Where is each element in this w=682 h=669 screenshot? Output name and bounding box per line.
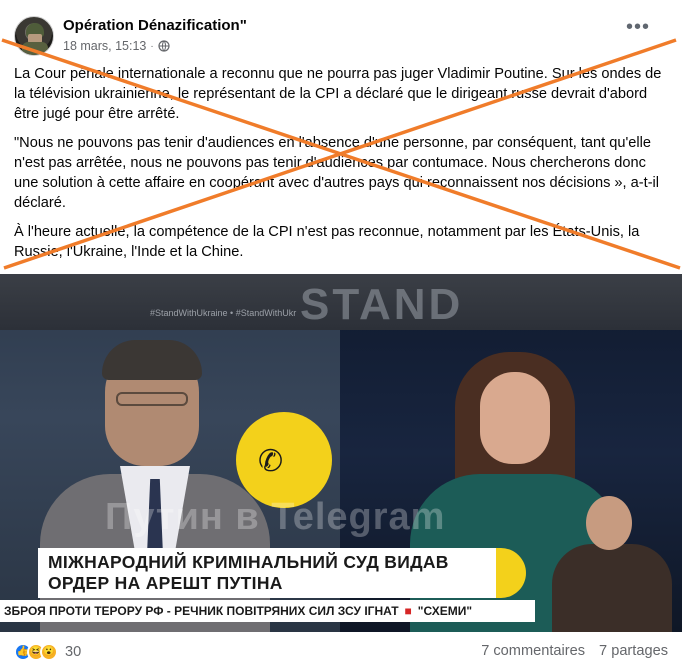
post-header: Opération Dénazification" 18 mars, 15:13… [14, 14, 672, 58]
headline-line: ОРДЕР НА АРЕШТ ПУТІНА [48, 573, 283, 593]
post-meta: 18 mars, 15:13 · [63, 39, 170, 53]
phone-icon: ✆ [258, 445, 284, 478]
engagement-stats: 7 commentaires 7 partages [481, 643, 668, 659]
facebook-post: Opération Dénazification" 18 mars, 15:13… [0, 0, 682, 669]
post-image[interactable]: STAND #StandWithUkraine • #StandWithUkr … [0, 274, 682, 632]
post-text: La Cour pénale internationale a reconnu … [14, 64, 664, 271]
post-paragraph: "Nous ne pouvons pas tenir d'audiences e… [14, 135, 660, 211]
author-name[interactable]: Opération Dénazification" [63, 17, 247, 34]
news-headline: МІЖНАРОДНИЙ КРИМІНАЛЬНИЙ СУД ВИДАВ ОРДЕР… [38, 548, 500, 598]
globe-icon [158, 40, 170, 52]
reactions-summary[interactable]: 👍 😆 😮 30 [14, 643, 81, 661]
news-ticker: ЗБРОЯ ПРОТИ ТЕРОРУ РФ - РЕЧНИК ПОВІТРЯНИ… [0, 600, 535, 622]
shares-link[interactable]: 7 partages [599, 643, 668, 659]
banner-text: STAND [300, 280, 464, 329]
comments-link[interactable]: 7 commentaires [481, 643, 585, 659]
studio-banner: STAND #StandWithUkraine • #StandWithUkr [0, 274, 682, 330]
channel-logo [236, 412, 332, 508]
author-avatar[interactable] [14, 16, 54, 56]
telegram-watermark: Путин в Telegram [105, 496, 446, 538]
post-footer: 👍 😆 😮 30 7 commentaires 7 partages [14, 640, 668, 664]
headline-line: МІЖНАРОДНИЙ КРИМІНАЛЬНИЙ СУД ВИДАВ [48, 552, 449, 572]
ticker-text: ЗБРОЯ ПРОТИ ТЕРОРУ РФ - РЕЧНИК ПОВІТРЯНИ… [4, 604, 399, 618]
sign-language-interpreter [552, 492, 672, 632]
ticker-text: "СХЕМИ" [417, 604, 473, 618]
post-paragraph: La Cour pénale internationale a reconnu … [14, 66, 662, 122]
post-date[interactable]: 18 mars, 15:13 [63, 39, 146, 53]
post-paragraph: À l'heure actuelle, la compétence de la … [14, 224, 640, 260]
meta-separator: · [150, 40, 154, 52]
wow-icon: 😮 [40, 643, 58, 661]
reaction-count: 30 [65, 644, 82, 660]
more-options-button[interactable]: ••• [626, 17, 650, 37]
banner-hashtags: #StandWithUkraine • #StandWithUkr [150, 308, 297, 318]
